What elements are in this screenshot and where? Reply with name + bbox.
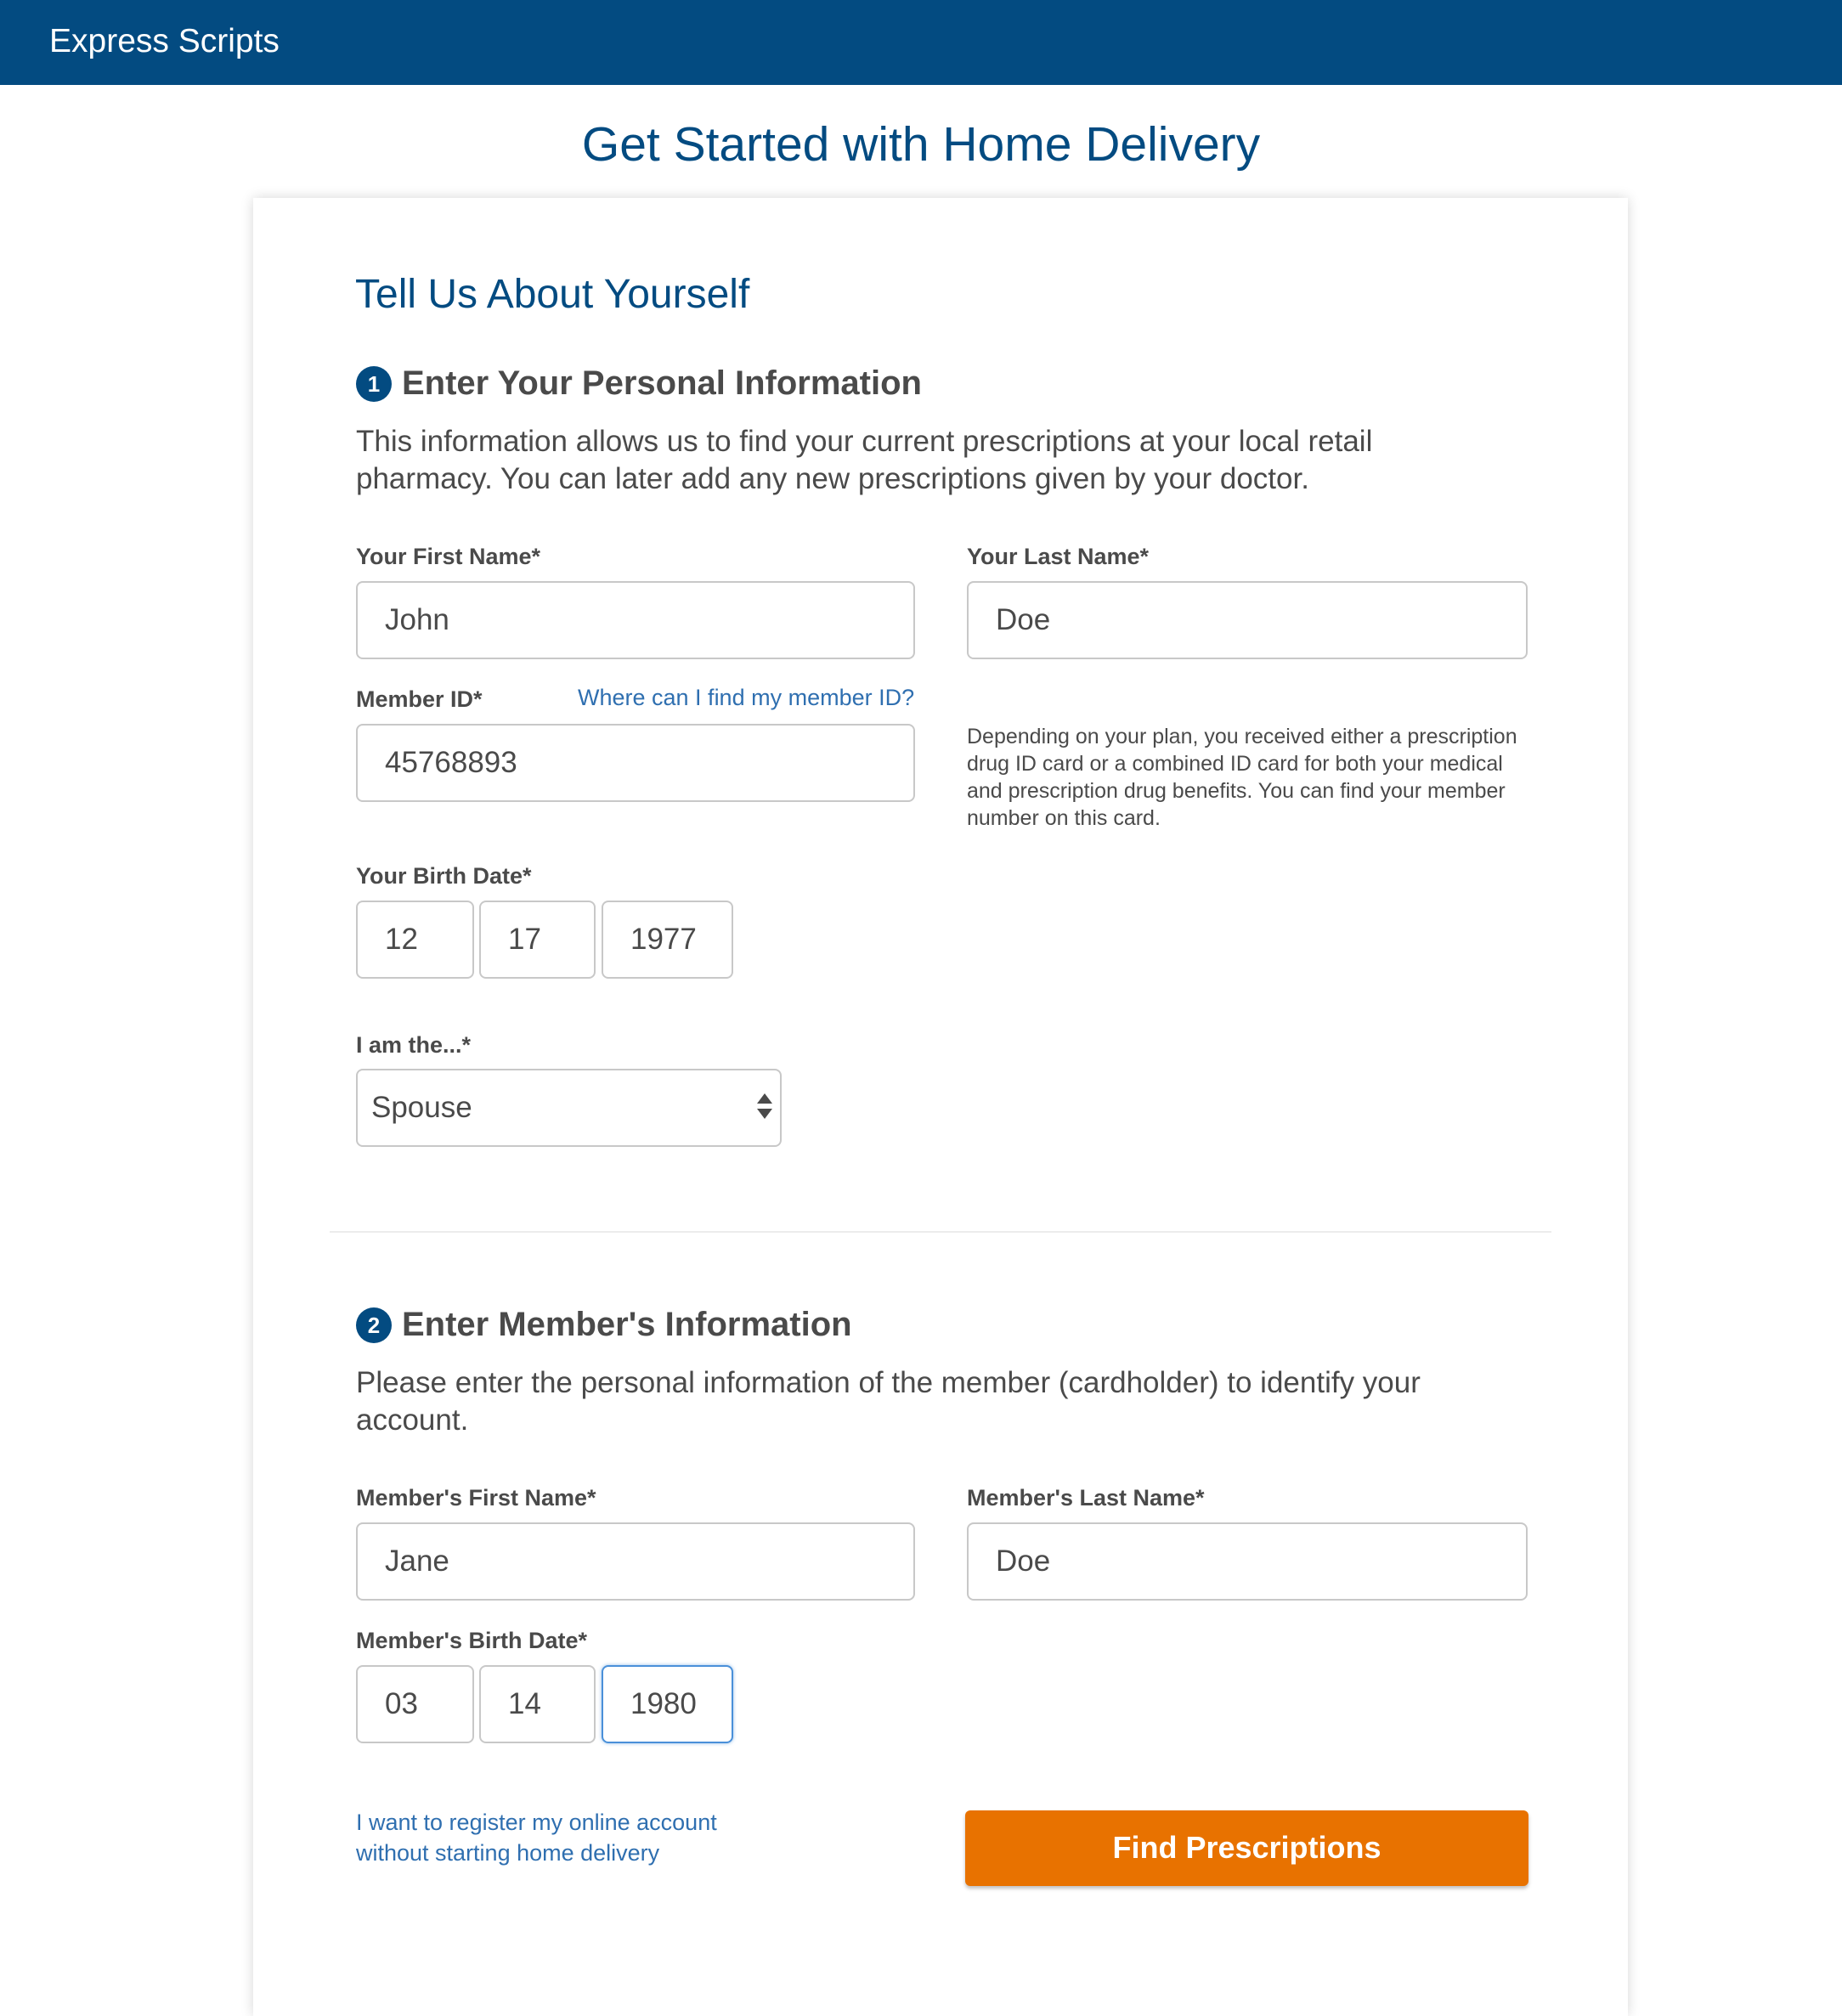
form-card: Tell Us About Yourself 1 Enter Your Pers…	[253, 198, 1628, 2016]
section-divider	[330, 1231, 1551, 1233]
member-first-name-input[interactable]	[356, 1522, 915, 1601]
step-1-description: This information allows us to find your …	[356, 425, 1373, 495]
relationship-select-value: Spouse	[371, 1091, 472, 1124]
birth-day-input[interactable]	[479, 901, 596, 979]
member-id-label: Member ID*	[356, 686, 483, 712]
birth-date-label: Your Birth Date*	[356, 863, 532, 889]
first-name-label: Your First Name*	[356, 544, 541, 569]
register-without-delivery-link[interactable]: I want to register my online account wit…	[356, 1807, 755, 1868]
brand-logo-text[interactable]: Express Scripts	[49, 22, 280, 61]
first-name-input[interactable]	[356, 581, 915, 659]
step-1-number-icon: 1	[356, 366, 392, 402]
member-birth-date-label: Member's Birth Date*	[356, 1628, 587, 1653]
member-id-help-text: Depending on your plan, you received eit…	[967, 725, 1517, 830]
last-name-input[interactable]	[967, 581, 1528, 659]
member-id-help-link[interactable]: Where can I find my member ID?	[578, 682, 914, 713]
birth-month-input[interactable]	[356, 901, 474, 979]
member-first-name-label: Member's First Name*	[356, 1485, 596, 1511]
member-last-name-input[interactable]	[967, 1522, 1528, 1601]
birth-year-input[interactable]	[602, 901, 733, 979]
member-birth-year-input[interactable]	[602, 1665, 733, 1743]
step-2-number-icon: 2	[356, 1307, 392, 1343]
member-birth-month-input[interactable]	[356, 1665, 474, 1743]
step-1-heading: Enter Your Personal Information	[402, 364, 922, 402]
relationship-label: I am the...*	[356, 1032, 472, 1058]
form-title: Tell Us About Yourself	[355, 272, 750, 317]
relationship-select[interactable]: Spouse	[356, 1069, 782, 1147]
top-header-bar: Express Scripts	[0, 0, 1842, 85]
step-2-heading: Enter Member's Information	[402, 1306, 852, 1343]
page-title: Get Started with Home Delivery	[581, 117, 1261, 172]
member-birth-day-input[interactable]	[479, 1665, 596, 1743]
step-2-description: Please enter the personal information of…	[356, 1366, 1421, 1437]
find-prescriptions-button[interactable]: Find Prescriptions	[965, 1810, 1528, 1886]
member-id-input[interactable]	[356, 724, 915, 802]
up-down-caret-icon	[757, 1093, 772, 1119]
member-last-name-label: Member's Last Name*	[967, 1485, 1205, 1511]
last-name-label: Your Last Name*	[967, 544, 1150, 569]
